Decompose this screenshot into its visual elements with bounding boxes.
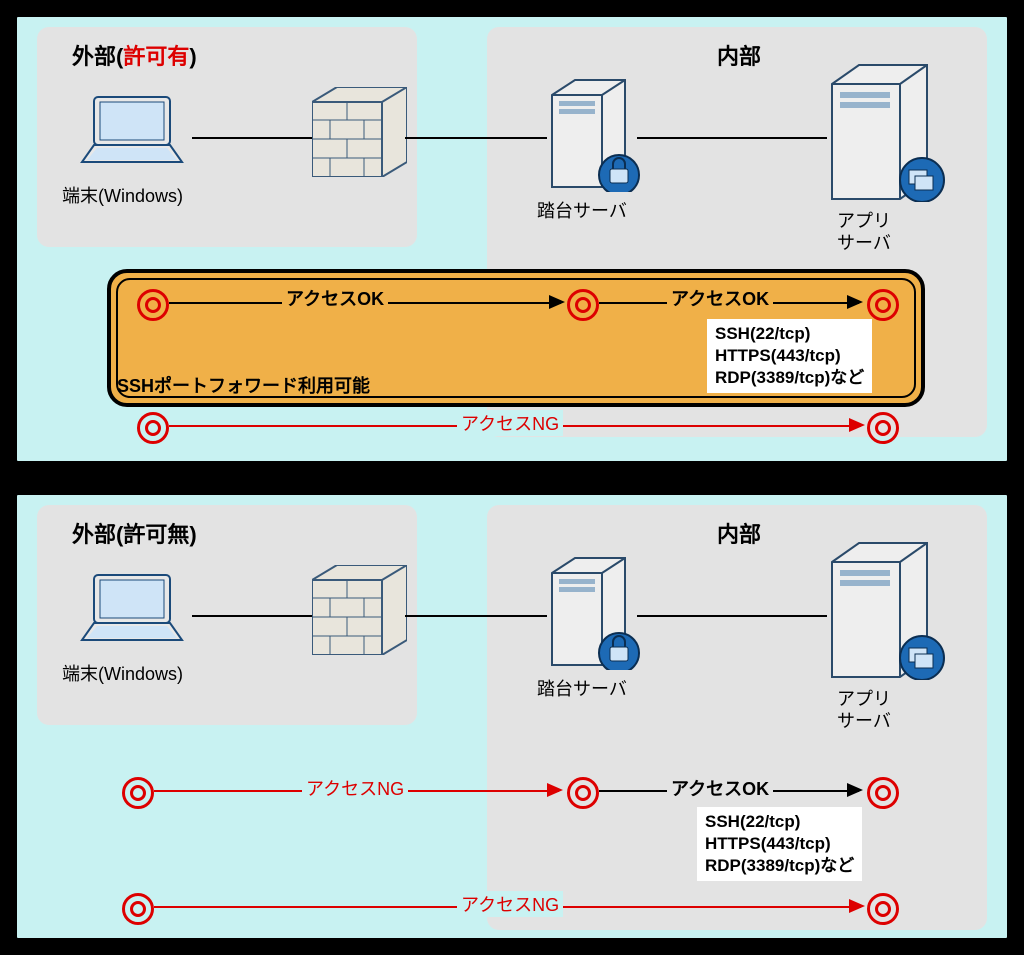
ext-title-top: 外部(許可有) (72, 39, 197, 71)
bastion-label-bot: 踏台サーバ (537, 675, 627, 701)
ng-label-bot: アクセスNG (457, 891, 563, 917)
ssh-fwd-label: SSHポートフォワード利用可能 (117, 372, 370, 398)
laptop-icon (72, 92, 192, 177)
node-bastion-row1-bot (567, 777, 599, 809)
protocols-bot: SSH(22/tcp) HTTPS(443/tcp) RDP(3389/tcp)… (697, 807, 862, 881)
bastion-server-icon (547, 555, 642, 670)
flow1-ng-bot: アクセスNG (302, 775, 408, 801)
proto-https: HTTPS(443/tcp) (715, 345, 864, 367)
app-server-icon (827, 62, 947, 202)
int-title-top: 内部 (717, 39, 761, 71)
app-label-bot-2: サーバ (837, 707, 891, 733)
diagram-root: 外部(許可有) 内部 端末(Windows) (0, 0, 1024, 955)
node-app-row1-bot (867, 777, 899, 809)
firewall-icon (312, 565, 407, 655)
ext-title-bot: 外部(許可無) (72, 517, 197, 549)
node-client-ng-top (137, 412, 169, 444)
flow2-ok-bot: アクセスOK (667, 775, 773, 801)
proto-https: HTTPS(443/tcp) (705, 833, 854, 855)
flow1-ok-top: アクセスOK (282, 285, 388, 311)
ext-red: 許可有 (123, 44, 189, 69)
app-server-icon (827, 540, 947, 680)
proto-rdp: RDP(3389/tcp)など (715, 367, 864, 389)
int-title-bot: 内部 (717, 517, 761, 549)
node-app-ok (867, 289, 899, 321)
node-app-ng-bot (867, 893, 899, 925)
app-label-top-2: サーバ (837, 229, 891, 255)
ng-label-top: アクセスNG (457, 410, 563, 436)
proto-ssh: SSH(22/tcp) (705, 811, 854, 833)
bastion-label-top: 踏台サーバ (537, 197, 627, 223)
node-bastion-ok (567, 289, 599, 321)
ext-suffix: ) (189, 44, 196, 69)
ext-prefix: 外部( (72, 44, 123, 69)
panel-denied: 外部(許可無) 内部 端末(Windows) 踏台サーバ (12, 490, 1012, 944)
bastion-server-icon (547, 77, 642, 192)
proto-rdp: RDP(3389/tcp)など (705, 855, 854, 877)
protocols-top: SSH(22/tcp) HTTPS(443/tcp) RDP(3389/tcp)… (707, 319, 872, 393)
terminal-label-top: 端末(Windows) (62, 182, 183, 208)
node-app-ng-top (867, 412, 899, 444)
panel-allowed: 外部(許可有) 内部 端末(Windows) (12, 12, 1012, 466)
terminal-label-bot: 端末(Windows) (62, 660, 183, 686)
node-client-row1-bot (122, 777, 154, 809)
node-client-ok (137, 289, 169, 321)
firewall-icon (312, 87, 407, 177)
node-client-ng-bot (122, 893, 154, 925)
proto-ssh: SSH(22/tcp) (715, 323, 864, 345)
flow2-ok-top: アクセスOK (667, 285, 773, 311)
laptop-icon (72, 570, 192, 655)
